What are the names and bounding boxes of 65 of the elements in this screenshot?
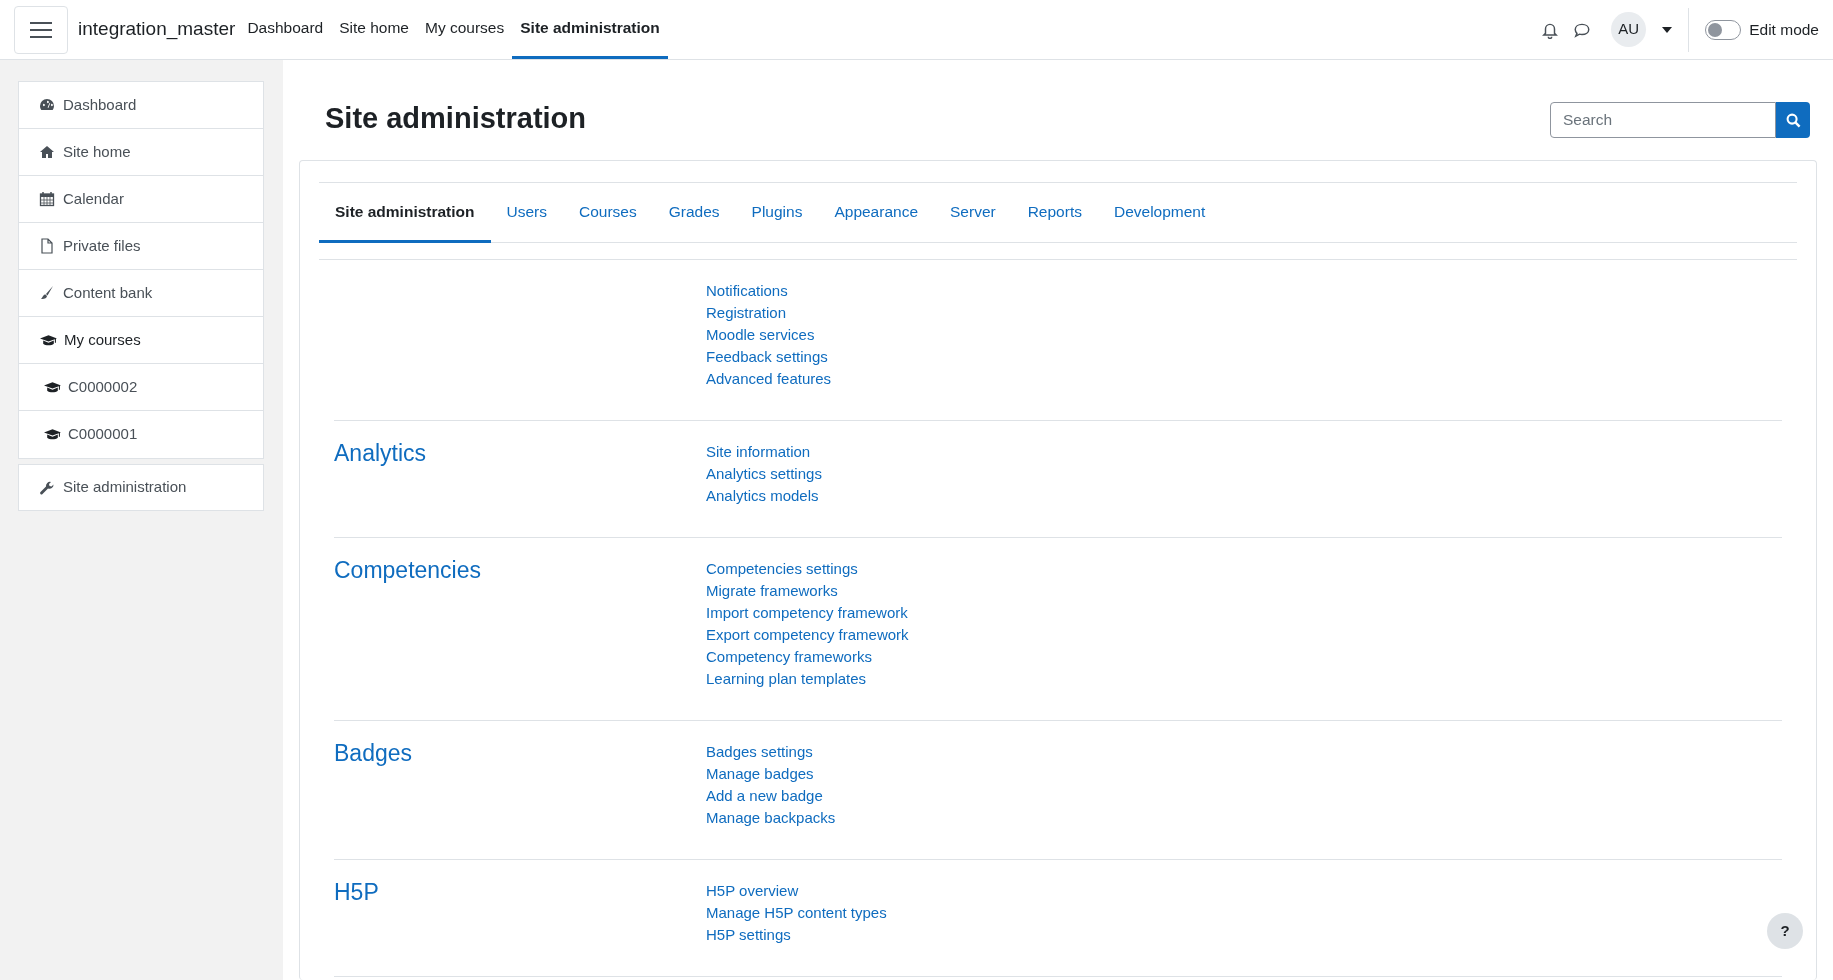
settings-link[interactable]: Competencies settings <box>706 558 858 580</box>
settings-link[interactable]: Registration <box>706 302 787 324</box>
sidebar-item[interactable]: Content bank <box>19 270 263 317</box>
caret-icon[interactable] <box>1662 26 1673 33</box>
section-heading[interactable]: H5P <box>334 881 379 904</box>
settings-link[interactable]: Add a new badge <box>706 785 823 807</box>
calendar-icon <box>39 191 55 207</box>
settings-link[interactable]: Manage H5P content types <box>706 902 887 924</box>
user-avatar[interactable]: AU <box>1611 12 1647 47</box>
settings-link[interactable]: Migrate frameworks <box>706 580 838 602</box>
tab[interactable]: Development <box>1097 183 1222 243</box>
settings-link[interactable]: Analytics settings <box>706 463 822 485</box>
settings-link[interactable]: Import competency framework <box>706 602 908 624</box>
help-button[interactable]: ? <box>1767 913 1803 949</box>
edit-mode-label: Edit mode <box>1749 19 1819 40</box>
menu-button[interactable] <box>14 5 68 54</box>
settings-link[interactable]: Site information <box>706 441 811 463</box>
wrench-icon <box>39 479 55 496</box>
tab[interactable]: Reports <box>1011 183 1098 243</box>
sidebar-item[interactable]: My courses <box>19 317 263 364</box>
settings-link[interactable]: H5P settings <box>706 924 791 946</box>
settings-link[interactable]: Badges settings <box>706 741 813 763</box>
section-heading[interactable]: Badges <box>334 742 412 765</box>
sidebar-item[interactable]: Private files <box>19 223 263 270</box>
settings-link[interactable]: Notifications <box>706 280 788 302</box>
nav-link[interactable]: Dashboard <box>239 0 332 59</box>
site-name[interactable]: integration_master <box>78 15 236 44</box>
brush-icon <box>39 285 55 301</box>
menu-icon <box>30 20 52 39</box>
settings-link[interactable]: Manage backpacks <box>706 807 836 829</box>
sidebar-item[interactable]: Calendar <box>19 176 263 223</box>
tab[interactable]: Server <box>934 183 1012 243</box>
sidebar-item[interactable]: Site home <box>19 129 263 176</box>
search-icon <box>1785 112 1801 128</box>
search-button[interactable] <box>1776 102 1810 138</box>
page-title: Site administration <box>325 104 587 133</box>
file-icon <box>39 238 55 254</box>
sidebar-item[interactable]: C0000002 <box>19 364 263 411</box>
nav-link[interactable]: Site administration <box>512 0 668 59</box>
settings-link[interactable]: Export competency framework <box>706 624 909 646</box>
settings-link[interactable]: Feedback settings <box>706 346 828 368</box>
settings-link[interactable]: Learning plan templates <box>706 668 867 690</box>
edit-mode-toggle[interactable] <box>1705 19 1742 40</box>
tab[interactable]: Grades <box>652 183 736 243</box>
settings-link[interactable]: Analytics models <box>706 485 819 507</box>
sidebar-item[interactable]: Dashboard <box>19 82 263 129</box>
nav-link[interactable]: My courses <box>417 0 513 59</box>
settings-link[interactable]: Advanced features <box>706 368 832 390</box>
gauge-icon <box>39 97 55 113</box>
settings-link[interactable]: Competency frameworks <box>706 646 872 668</box>
tab[interactable]: Users <box>490 183 563 243</box>
sidebar-item[interactable]: C0000001 <box>19 411 263 458</box>
section-heading[interactable]: Competencies <box>334 559 482 582</box>
tab[interactable]: Appearance <box>818 183 934 243</box>
nav-link[interactable]: Site home <box>331 0 417 59</box>
search-field[interactable]: Search <box>1550 102 1776 138</box>
tab[interactable]: Plugins <box>735 183 819 243</box>
settings-link[interactable]: Moodle services <box>706 324 815 346</box>
tab[interactable]: Site administration <box>319 183 491 243</box>
tab[interactable]: Courses <box>563 183 653 243</box>
settings-link[interactable]: Manage badges <box>706 763 814 785</box>
sidebar-item[interactable]: Site administration <box>18 464 264 511</box>
home-icon <box>39 144 55 160</box>
section-heading[interactable]: Analytics <box>334 442 427 465</box>
settings-link[interactable]: H5P overview <box>706 880 799 902</box>
